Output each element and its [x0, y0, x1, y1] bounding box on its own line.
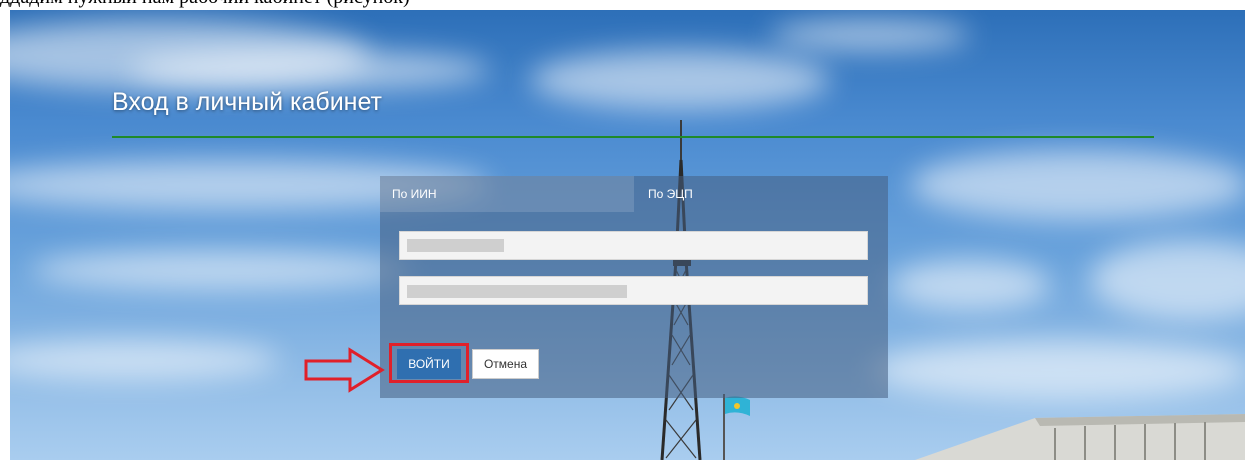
cloud-decoration: [890, 260, 1050, 310]
cloud-decoration: [10, 340, 280, 380]
document-caption: ддадим нужный нам рабочий кабинет (рисун…: [0, 0, 410, 10]
login-input[interactable]: [399, 231, 868, 260]
cloud-decoration: [130, 50, 490, 90]
annotation-arrow-icon: [304, 347, 385, 393]
cloud-decoration: [910, 150, 1245, 220]
cloud-decoration: [530, 50, 830, 110]
cloud-decoration: [870, 340, 1245, 400]
flag-image: [723, 394, 750, 460]
cloud-decoration: [30, 250, 410, 290]
cloud-decoration: [770, 20, 970, 50]
page-title: Вход в личный кабинет: [112, 88, 382, 116]
login-button[interactable]: ВОЙТИ: [397, 349, 461, 379]
title-divider: [112, 136, 1154, 138]
cancel-button[interactable]: Отмена: [472, 349, 539, 379]
login-panel: По ИИН По ЭЦП ВОЙТИ Отмена: [380, 176, 888, 398]
login-page-background: Вход в личный кабинет По ИИН По ЭЦП ВОЙТ…: [10, 10, 1245, 460]
password-input[interactable]: [399, 276, 868, 305]
building-image: [915, 414, 1245, 460]
tab-by-iin[interactable]: По ИИН: [380, 176, 634, 212]
cloud-decoration: [1090, 240, 1245, 320]
tab-by-ecp[interactable]: По ЭЦП: [634, 176, 888, 212]
